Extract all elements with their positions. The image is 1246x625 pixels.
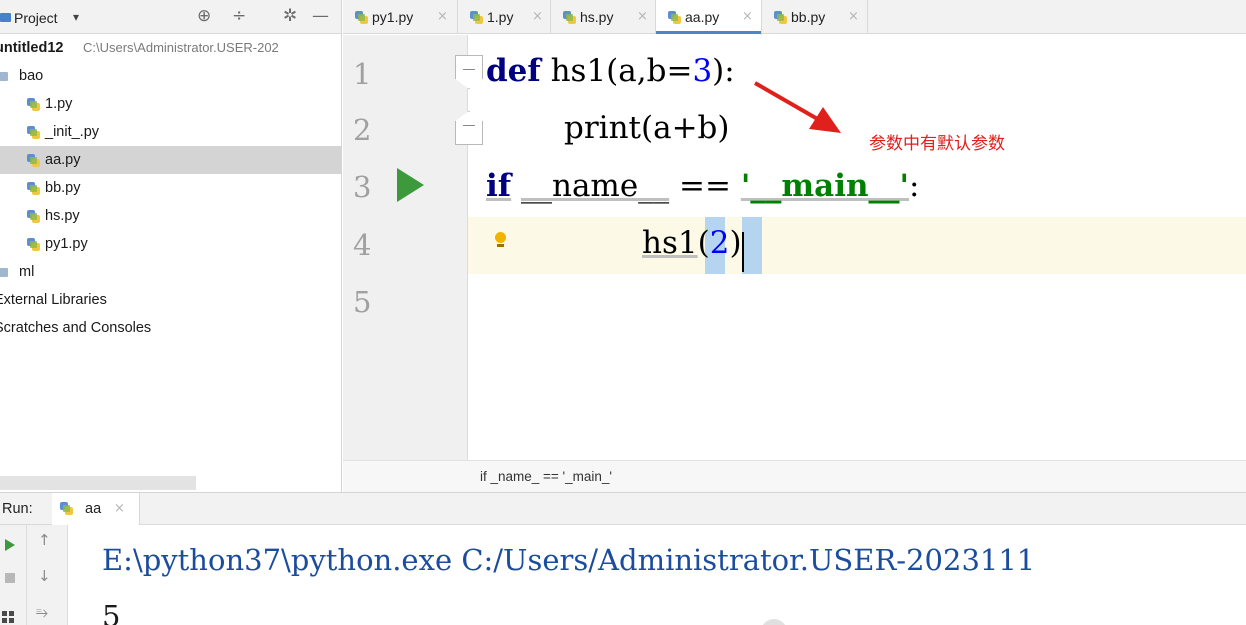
annotation-arrow-shaft: [754, 81, 822, 123]
run-console[interactable]: E:\python37\python.exe C:/Users/Administ…: [69, 525, 1246, 625]
python-run-icon: [60, 502, 74, 515]
run-toolbar: ↑ ↓ ⥱: [0, 525, 68, 625]
python-file-icon: [470, 11, 484, 24]
tab-aa-active[interactable]: aa.py ×: [656, 0, 762, 35]
project-sidebar: Project ▾ ⊕ ÷ ✲ — untitled12 C:\Users\Ad…: [0, 0, 342, 492]
tree-item-scratches[interactable]: Scratches and Consoles: [0, 314, 341, 342]
tree-item-label: py1.py: [45, 236, 88, 252]
run-panel-header: Run: aa ×: [0, 492, 1246, 525]
hide-icon[interactable]: —: [312, 6, 329, 26]
tree-item-file[interactable]: 1.py: [0, 90, 341, 118]
toolbar-divider: [26, 525, 27, 625]
tree-item-label: 1.py: [45, 96, 73, 112]
settings-gear-icon[interactable]: ✲: [283, 6, 297, 26]
python-file-icon: [27, 126, 41, 139]
python-file-icon: [27, 154, 41, 167]
project-panel-header: Project ▾ ⊕ ÷ ✲ —: [0, 0, 341, 34]
root-project-path: C:\Users\Administrator.USER-202: [83, 40, 279, 55]
tree-item-label: bb.py: [45, 180, 81, 196]
watermark-logo: [761, 619, 787, 625]
tree-item-file[interactable]: _init_.py: [0, 118, 341, 146]
editor-tab-bar: py1.py × 1.py × hs.py × aa.py × bb.py ×: [343, 0, 1246, 35]
run-tab-label: aa: [85, 501, 102, 517]
tab-label: hs.py: [580, 9, 614, 25]
arrow-up-icon[interactable]: ↑: [38, 531, 51, 549]
sidebar-horizontal-scrollbar[interactable]: [0, 476, 196, 490]
project-view-icon: [0, 13, 11, 22]
python-file-icon: [27, 238, 41, 251]
tree-item-file[interactable]: bb.py: [0, 174, 341, 202]
python-file-icon: [355, 11, 369, 24]
tab-bb[interactable]: bb.py ×: [762, 0, 868, 34]
close-icon[interactable]: ×: [437, 0, 448, 34]
close-icon[interactable]: ×: [114, 501, 125, 516]
python-file-icon: [563, 11, 577, 24]
tree-item-file[interactable]: py1.py: [0, 230, 341, 258]
breadcrumb[interactable]: if _name_ == '_main_': [343, 460, 1246, 492]
python-file-icon: [27, 182, 41, 195]
close-icon[interactable]: ×: [848, 0, 859, 34]
tree-item-folder-ml[interactable]: ml: [0, 258, 341, 286]
tree-item-label: hs.py: [45, 208, 80, 224]
soft-wrap-icon[interactable]: ⥱: [36, 603, 48, 621]
console-output-line: 5: [102, 599, 121, 625]
run-tab-aa[interactable]: aa ×: [52, 493, 140, 525]
tab-1[interactable]: 1.py ×: [458, 0, 551, 34]
locate-icon[interactable]: ⊕: [197, 6, 211, 26]
python-file-icon: [668, 11, 682, 24]
tree-item-root[interactable]: untitled12 C:\Users\Administrator.USER-2…: [0, 34, 341, 62]
python-file-icon: [27, 210, 41, 223]
annotation-text: 参数中有默认参数: [869, 134, 1005, 154]
close-icon[interactable]: ×: [532, 0, 543, 34]
active-tab-indicator: [656, 31, 761, 34]
project-view-selector[interactable]: Project: [14, 10, 58, 26]
stop-icon[interactable]: [5, 573, 15, 583]
tab-label: aa.py: [685, 9, 720, 25]
close-icon[interactable]: ×: [637, 0, 648, 34]
arrow-down-icon[interactable]: ↓: [38, 567, 51, 585]
close-icon[interactable]: ×: [742, 0, 753, 34]
root-project-name: untitled12: [0, 40, 64, 56]
annotation-arrow-head: [809, 107, 841, 133]
python-file-icon: [27, 98, 41, 111]
tree-item-label: External Libraries: [0, 292, 107, 308]
tree-item-external-libraries[interactable]: External Libraries: [0, 286, 341, 314]
tree-item-label: Scratches and Consoles: [0, 320, 152, 336]
tab-py1[interactable]: py1.py ×: [343, 0, 458, 34]
console-command-line: E:\python37\python.exe C:/Users/Administ…: [102, 543, 1036, 577]
folder-icon: [0, 268, 8, 277]
run-panel-label: Run:: [2, 501, 33, 517]
folder-icon: [0, 72, 8, 81]
collapse-all-icon[interactable]: ÷: [232, 6, 246, 26]
annotation-arrow: [754, 81, 841, 133]
tree-item-label: bao: [19, 68, 44, 84]
tree-item-label: aa.py: [45, 152, 81, 168]
python-file-icon: [774, 11, 788, 24]
layout-grid-icon[interactable]: [2, 611, 16, 625]
tab-hs[interactable]: hs.py ×: [551, 0, 656, 34]
code-editor[interactable]: 1 2 3 4 5 def hs1(a,b=3): print(a+b) if …: [343, 35, 1246, 460]
tree-item-label: _init_.py: [45, 124, 100, 140]
tree-item-folder-bao[interactable]: bao: [0, 62, 341, 90]
rerun-icon[interactable]: [5, 539, 15, 551]
tree-item-file[interactable]: hs.py: [0, 202, 341, 230]
chevron-down-icon[interactable]: ▾: [73, 10, 79, 24]
tab-label: 1.py: [487, 9, 514, 25]
tab-label: bb.py: [791, 9, 826, 25]
tab-label: py1.py: [372, 9, 414, 25]
breadcrumb-item[interactable]: if _name_ == '_main_': [480, 462, 612, 492]
tree-item-file-selected[interactable]: aa.py: [0, 146, 341, 174]
tree-item-label: ml: [19, 264, 35, 280]
